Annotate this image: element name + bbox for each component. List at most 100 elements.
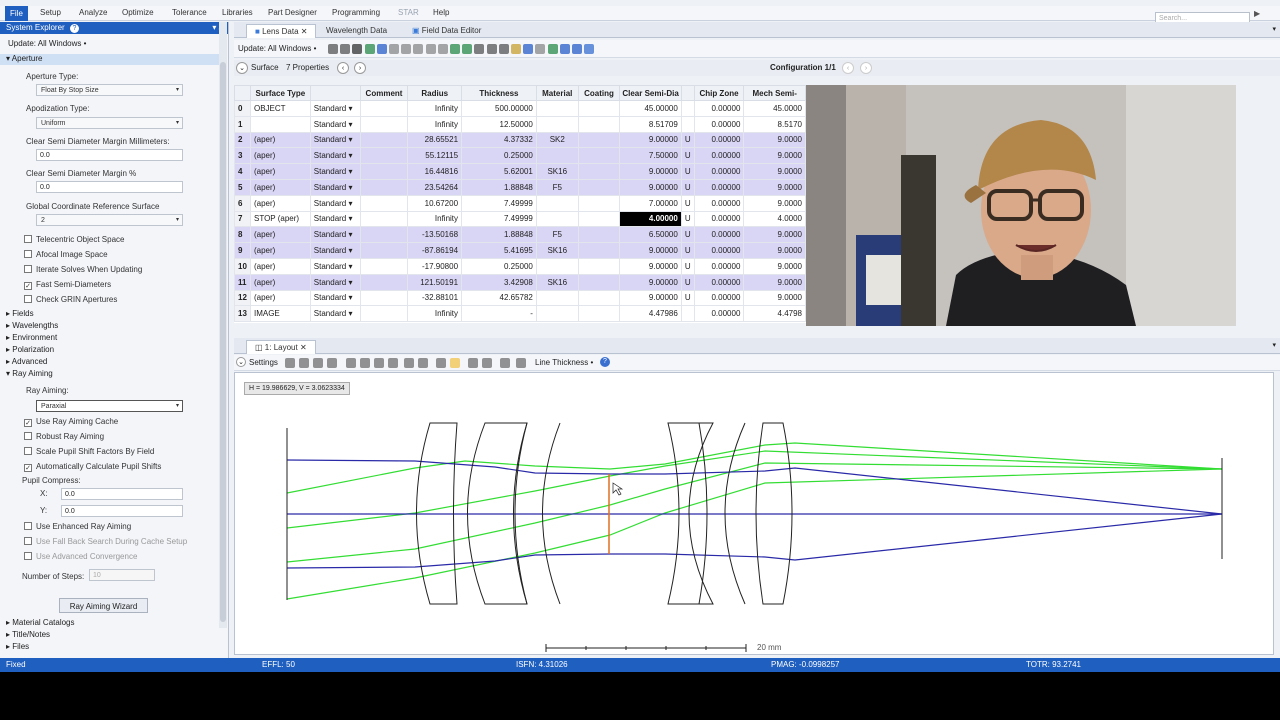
table-cell[interactable]: 9.0000: [743, 242, 806, 259]
table-cell[interactable]: 11: [234, 273, 251, 291]
prev-surface-icon[interactable]: ‹: [337, 62, 349, 74]
tab-field-data-editor[interactable]: ▣ Field Data Editor: [404, 24, 489, 38]
table-cell[interactable]: (aper): [249, 257, 311, 275]
left-right-icon[interactable]: [559, 44, 570, 54]
move-icon[interactable]: [436, 358, 446, 368]
table-cell[interactable]: STOP (aper): [249, 210, 311, 228]
column-header[interactable]: Comment: [359, 85, 409, 101]
table-cell[interactable]: Standard ▾: [309, 115, 361, 133]
table-cell[interactable]: 5.41695: [461, 242, 537, 259]
table-row[interactable]: 13 IMAGE Standard ▾ Infinity - 4.47986 0.00000…: [234, 305, 806, 323]
menu-help[interactable]: Help: [433, 8, 449, 17]
forward-icon[interactable]: [572, 44, 582, 54]
circle-icon[interactable]: [516, 358, 526, 368]
table-cell[interactable]: [359, 305, 409, 323]
table-cell[interactable]: 2: [234, 131, 251, 149]
table-cell[interactable]: 9.00000: [619, 163, 682, 180]
table-cell[interactable]: 0.25000: [461, 147, 537, 165]
close-icon[interactable]: ✕: [301, 27, 308, 36]
table-cell[interactable]: Standard ▾: [309, 131, 361, 149]
table-cell[interactable]: 0.00000: [693, 273, 745, 291]
table-cell[interactable]: Standard ▾: [309, 226, 361, 244]
table-cell[interactable]: 7.49999: [461, 194, 537, 212]
section-environment[interactable]: ▸ Environment: [0, 333, 220, 344]
table-cell[interactable]: 9.00000: [619, 289, 682, 307]
table-cell[interactable]: 55.12115: [407, 147, 463, 165]
table-cell[interactable]: 4.4798: [743, 305, 806, 323]
table-cell[interactable]: [577, 210, 621, 228]
table-row[interactable]: 9 (aper) Standard ▾ -87.86194 5.41695 SK16 9.0…: [234, 242, 806, 259]
checkbox-aperture-checks-1[interactable]: Afocal Image Space: [24, 250, 108, 259]
pencil-icon[interactable]: [498, 44, 509, 54]
table-cell[interactable]: [359, 242, 409, 259]
table-cell[interactable]: 3.42908: [461, 273, 537, 291]
table-cell[interactable]: [577, 226, 621, 244]
collapse-settings-icon[interactable]: ⌄: [236, 357, 246, 367]
refresh-icon[interactable]: [328, 44, 338, 54]
table-cell[interactable]: [359, 273, 409, 291]
lens-icon[interactable]: [462, 44, 473, 54]
table-cell[interactable]: 9.0000: [743, 147, 806, 165]
menu-optimize[interactable]: Optimize: [122, 8, 154, 17]
refresh-all-icon[interactable]: [340, 44, 351, 54]
table-cell[interactable]: U: [680, 131, 695, 149]
menu-setup[interactable]: Setup: [40, 8, 61, 17]
table-cell[interactable]: U: [680, 147, 695, 165]
pupil-y-input[interactable]: 0.0: [61, 505, 183, 517]
table-cell[interactable]: 8.51709: [619, 115, 682, 133]
section-aperture[interactable]: ▾ Aperture: [0, 54, 220, 65]
table-cell[interactable]: [577, 115, 621, 133]
checkbox-ray-checks-1[interactable]: Robust Ray Aiming: [24, 432, 104, 441]
clear-pct-input[interactable]: 0.0: [36, 181, 183, 193]
table-cell[interactable]: 0.00000: [693, 115, 745, 133]
zoom-icon[interactable]: [401, 44, 412, 54]
table-row[interactable]: 6 (aper) Standard ▾ 10.67200 7.49999 7.00000 U…: [234, 194, 806, 212]
table-cell[interactable]: [680, 100, 695, 117]
wrench-icon[interactable]: [389, 44, 399, 54]
zoom-icon[interactable]: [450, 358, 460, 368]
rotate-icon[interactable]: [511, 44, 521, 54]
next-surface-icon[interactable]: ›: [354, 62, 366, 74]
eye-icon[interactable]: [523, 44, 534, 54]
column-header[interactable]: Surface Type: [249, 85, 311, 101]
table-row[interactable]: 0 OBJECT Standard ▾ Infinity 500.00000 45.000…: [234, 100, 806, 117]
table-cell[interactable]: [577, 131, 621, 149]
text-icon[interactable]: [404, 358, 414, 368]
table-cell[interactable]: U: [680, 242, 695, 259]
section-polarization[interactable]: ▸ Polarization: [0, 345, 220, 356]
column-header[interactable]: Clear Semi-Dia: [619, 85, 682, 101]
clipboard-icon[interactable]: [482, 358, 492, 368]
table-cell[interactable]: 500.00000: [461, 100, 537, 117]
table-cell[interactable]: 0.00000: [693, 194, 745, 212]
table-cell[interactable]: 5.62001: [461, 163, 537, 180]
table-cell[interactable]: F5: [535, 178, 579, 196]
table-cell[interactable]: 12: [234, 289, 251, 307]
tab-wavelength-data[interactable]: Wavelength Data: [318, 24, 395, 38]
table-cell[interactable]: 5: [234, 178, 251, 196]
steps-input[interactable]: 10: [89, 569, 155, 581]
table-cell[interactable]: [359, 115, 409, 133]
table-cell[interactable]: U: [680, 289, 695, 307]
section-title-notes[interactable]: ▸ Title/Notes: [0, 630, 220, 641]
table-cell[interactable]: (aper): [249, 289, 311, 307]
table-cell[interactable]: 9.00000: [619, 257, 682, 275]
checkbox-empty-icon[interactable]: [24, 295, 32, 303]
checkbox-checked-icon[interactable]: ✓: [24, 282, 32, 290]
table-cell[interactable]: Standard ▾: [309, 178, 361, 196]
section-ray-aiming[interactable]: ▾ Ray Aiming: [0, 369, 220, 380]
checkbox-empty-icon[interactable]: [24, 432, 32, 440]
line-icon[interactable]: [374, 358, 384, 368]
table-cell[interactable]: -87.86194: [407, 242, 463, 259]
table-cell[interactable]: [577, 147, 621, 165]
close-icon[interactable]: ✕: [300, 343, 307, 352]
table-cell[interactable]: [577, 242, 621, 259]
se-update-dropdown[interactable]: Update: All Windows •: [8, 39, 86, 48]
table-cell[interactable]: SK16: [535, 273, 579, 291]
table-cell[interactable]: U: [680, 257, 695, 275]
table-cell[interactable]: [535, 289, 579, 307]
help-icon[interactable]: [584, 44, 595, 54]
line-thickness-dropdown[interactable]: Line Thickness •: [535, 358, 593, 367]
next-config-icon[interactable]: ›: [860, 62, 872, 74]
print-icon[interactable]: [313, 358, 323, 368]
table-cell[interactable]: 0.00000: [693, 163, 745, 180]
